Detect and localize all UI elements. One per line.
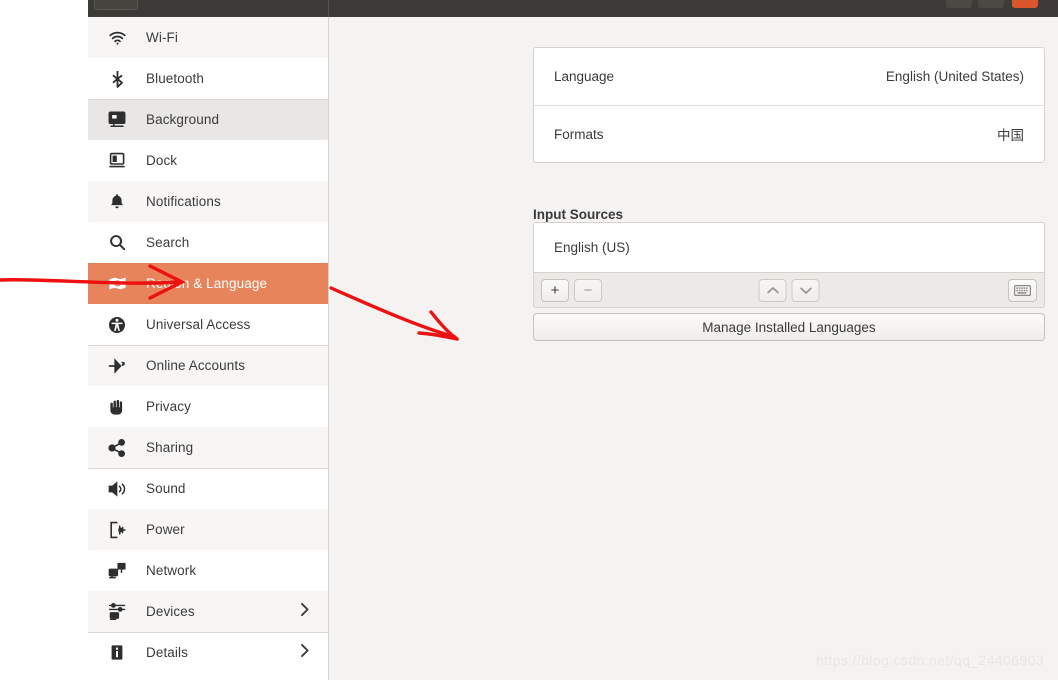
sidebar-item-search[interactable]: Search xyxy=(88,222,328,263)
input-sources-heading: Input Sources xyxy=(533,207,623,222)
power-plug-icon xyxy=(106,520,128,540)
region-language-icon xyxy=(106,274,128,294)
row-label: Language xyxy=(554,69,614,84)
sidebar-item-privacy[interactable]: Privacy xyxy=(88,386,328,427)
sidebar-item-label: Details xyxy=(146,645,188,660)
background-icon xyxy=(106,110,128,130)
sidebar-item-label: Universal Access xyxy=(146,317,250,332)
input-sources-box: English (US) + − xyxy=(533,222,1045,308)
speaker-icon xyxy=(106,479,128,499)
sidebar-item-label: Search xyxy=(146,235,189,250)
titlebar-separator xyxy=(328,0,329,17)
sidebar-item-network[interactable]: Network xyxy=(88,550,328,591)
screenshot-root: Wi-Fi Bluetooth xyxy=(0,0,1058,680)
window-titlebar xyxy=(88,0,1058,17)
manage-installed-languages-button[interactable]: Manage Installed Languages xyxy=(533,313,1045,341)
row-value: English (United States) xyxy=(886,69,1024,84)
language-formats-panel: Language English (United States) Formats… xyxy=(533,47,1045,163)
devices-icon xyxy=(106,602,128,622)
keyboard-shortcuts-group xyxy=(1008,279,1037,302)
sidebar-item-devices[interactable]: Devices xyxy=(88,591,328,632)
sidebar-item-notifications[interactable]: Notifications xyxy=(88,181,328,222)
network-icon xyxy=(106,561,128,581)
row-formats[interactable]: Formats 中国 xyxy=(534,105,1044,162)
sidebar-item-label: Devices xyxy=(146,604,195,619)
sidebar-item-online-accounts[interactable]: Online Accounts xyxy=(88,345,328,386)
sidebar-item-power[interactable]: Power xyxy=(88,509,328,550)
sidebar-item-background[interactable]: Background xyxy=(88,99,328,140)
sidebar-item-region-and-language[interactable]: Region & Language xyxy=(88,263,328,304)
titlebar-close-button[interactable] xyxy=(1012,0,1038,8)
chevron-right-icon xyxy=(300,642,310,663)
info-icon xyxy=(106,643,128,663)
row-label: Formats xyxy=(554,127,604,142)
reorder-button-group xyxy=(759,279,820,302)
wifi-icon xyxy=(106,28,128,48)
sidebar-item-label: Notifications xyxy=(146,194,221,209)
sidebar-item-dock[interactable]: Dock xyxy=(88,140,328,181)
sidebar-item-bluetooth[interactable]: Bluetooth xyxy=(88,58,328,99)
add-input-source-button[interactable]: + xyxy=(541,279,569,302)
sidebar-item-label: Region & Language xyxy=(146,276,267,291)
sidebar-item-label: Privacy xyxy=(146,399,191,414)
sidebar-item-label: Network xyxy=(146,563,196,578)
keyboard-layout-button[interactable] xyxy=(1008,279,1037,302)
sidebar-item-sound[interactable]: Sound xyxy=(88,468,328,509)
accessibility-icon xyxy=(106,315,128,335)
sidebar-item-label: Power xyxy=(146,522,185,537)
chevron-right-icon xyxy=(300,601,310,622)
sidebar-item-wi-fi[interactable]: Wi-Fi xyxy=(88,17,328,58)
sidebar-item-sharing[interactable]: Sharing xyxy=(88,427,328,468)
sidebar-item-label: Online Accounts xyxy=(146,358,245,373)
remove-input-source-button[interactable]: − xyxy=(574,279,602,302)
sidebar-item-label: Sound xyxy=(146,481,186,496)
titlebar-maximize-button[interactable] xyxy=(978,0,1004,8)
input-sources-toolbar: + − xyxy=(534,272,1044,307)
titlebar-minimize-button[interactable] xyxy=(946,0,972,8)
bluetooth-icon xyxy=(106,69,128,89)
share-icon xyxy=(106,438,128,458)
move-up-button[interactable] xyxy=(759,279,787,302)
sidebar-item-label: Dock xyxy=(146,153,177,168)
search-icon xyxy=(106,233,128,253)
sidebar-item-details[interactable]: Details xyxy=(88,632,328,673)
settings-window: Wi-Fi Bluetooth xyxy=(88,0,1058,680)
hand-icon xyxy=(106,397,128,417)
settings-sidebar[interactable]: Wi-Fi Bluetooth xyxy=(88,17,329,680)
row-language[interactable]: Language English (United States) xyxy=(534,48,1044,105)
titlebar-back-button[interactable] xyxy=(94,0,138,10)
list-item[interactable]: English (US) xyxy=(554,240,630,255)
settings-content: Language English (United States) Formats… xyxy=(330,17,1058,680)
sidebar-item-universal-access[interactable]: Universal Access xyxy=(88,304,328,345)
online-accounts-icon xyxy=(106,356,128,376)
sidebar-item-label: Bluetooth xyxy=(146,71,204,86)
move-down-button[interactable] xyxy=(792,279,820,302)
dock-icon xyxy=(106,151,128,171)
sidebar-item-label: Wi-Fi xyxy=(146,30,178,45)
sidebar-item-label: Background xyxy=(146,112,219,127)
watermark-text: https://blog.csdn.net/qq_24406903 xyxy=(816,652,1044,668)
bell-icon xyxy=(106,192,128,212)
row-value: 中国 xyxy=(997,124,1024,144)
sidebar-item-label: Sharing xyxy=(146,440,193,455)
input-sources-list[interactable]: English (US) xyxy=(534,223,1044,272)
